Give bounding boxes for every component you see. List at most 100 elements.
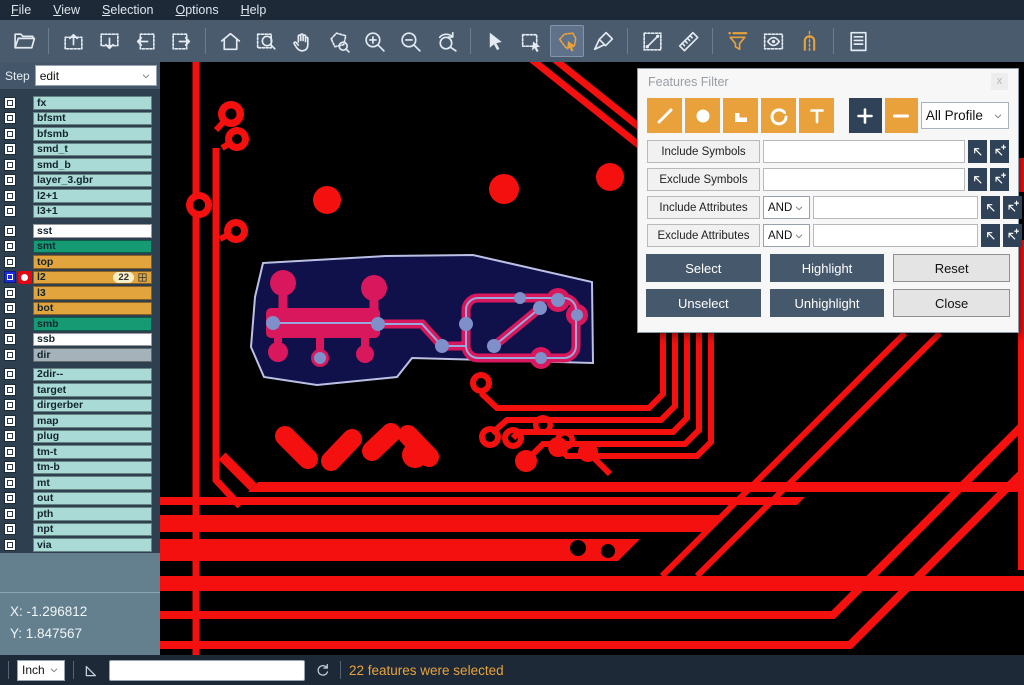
layer-checkbox-top[interactable] (4, 256, 16, 268)
pick-add-from-canvas-button[interactable] (990, 140, 1009, 163)
layer-bar-l2[interactable]: l222 (33, 271, 152, 285)
view-visibility-button[interactable] (756, 25, 790, 57)
layer-row-smd_b[interactable]: smd_b (0, 157, 160, 173)
layer-checkbox-bfsmb[interactable] (4, 128, 16, 140)
pick-add-from-canvas-button[interactable] (1003, 224, 1022, 247)
and-or-select[interactable]: AND (763, 224, 810, 247)
reset-button[interactable]: Reset (893, 254, 1010, 282)
layer-bar-l2+1[interactable]: l2+1 (33, 189, 152, 203)
layer-bar-top[interactable]: top (33, 255, 152, 269)
layer-checkbox-tm-b[interactable] (4, 461, 16, 473)
layer-bar-sst[interactable]: sst (33, 224, 152, 238)
layer-checkbox-layer_3.gbr[interactable] (4, 174, 16, 186)
menu-selection[interactable]: Selection (91, 0, 164, 20)
layer-bar-bot[interactable]: bot (33, 302, 152, 316)
layer-row-bot[interactable]: bot (0, 301, 160, 317)
exclude-attributes-label[interactable]: Exclude Attributes (647, 224, 760, 247)
layer-checkbox-mt[interactable] (4, 477, 16, 489)
pick-from-canvas-button[interactable] (968, 140, 987, 163)
layer-row-tm-t[interactable]: tm-t (0, 444, 160, 460)
select-rectangle-button[interactable] (514, 25, 548, 57)
layer-checkbox-smb[interactable] (4, 318, 16, 330)
layer-checkbox-l2[interactable] (4, 271, 16, 283)
pick-add-from-canvas-button[interactable] (990, 168, 1009, 191)
layer-bar-smb[interactable]: smb (33, 317, 152, 331)
move-right-button[interactable] (164, 25, 198, 57)
layer-row-plug[interactable]: plug (0, 429, 160, 445)
layer-bar-bfsmb[interactable]: bfsmb (33, 127, 152, 141)
move-up-button[interactable] (56, 25, 90, 57)
layer-bar-out[interactable]: out (33, 492, 152, 506)
home-view-button[interactable] (213, 25, 247, 57)
layer-row-dir[interactable]: dir (0, 347, 160, 363)
layer-bar-smd_b[interactable]: smd_b (33, 158, 152, 172)
filter-text-button[interactable] (799, 98, 834, 133)
unhighlight-button[interactable]: Unhighlight (770, 289, 885, 317)
layer-checkbox-smd_t[interactable] (4, 143, 16, 155)
layer-checkbox-tm-t[interactable] (4, 446, 16, 458)
layer-row-fx[interactable]: fx (0, 95, 160, 111)
pan-hand-button[interactable] (285, 25, 319, 57)
zoom-previous-button[interactable] (429, 25, 463, 57)
layer-checkbox-dir[interactable] (4, 349, 16, 361)
features-filter-button[interactable] (720, 25, 754, 57)
layer-checkbox-map[interactable] (4, 415, 16, 427)
select-button[interactable]: Select (646, 254, 761, 282)
menu-view[interactable]: View (42, 0, 91, 20)
zoom-in-button[interactable] (357, 25, 391, 57)
select-polygon-button[interactable] (550, 25, 584, 57)
layer-checkbox-fx[interactable] (4, 97, 16, 109)
filter-arc-button[interactable] (761, 98, 796, 133)
layer-row-mt[interactable]: mt (0, 475, 160, 491)
layer-checkbox-2dir--[interactable] (4, 368, 16, 380)
layer-row-sst[interactable]: sst (0, 223, 160, 239)
layer-row-out[interactable]: out (0, 491, 160, 507)
layer-checkbox-bot[interactable] (4, 302, 16, 314)
pick-from-canvas-button[interactable] (968, 168, 987, 191)
layer-row-dirgerber[interactable]: dirgerber (0, 398, 160, 414)
exclude-symbols-input[interactable] (763, 168, 965, 191)
layer-checkbox-smd_b[interactable] (4, 159, 16, 171)
measure-distance-button[interactable] (635, 25, 669, 57)
open-folder-button[interactable] (7, 25, 41, 57)
dialog-close-button[interactable]: x (991, 73, 1008, 90)
profile-select[interactable]: All Profile (921, 102, 1009, 129)
include-attributes-label[interactable]: Include Attributes (647, 196, 760, 219)
command-input[interactable] (109, 660, 305, 681)
layer-bar-pth[interactable]: pth (33, 507, 152, 521)
layer-row-npt[interactable]: npt (0, 522, 160, 538)
layer-checkbox-out[interactable] (4, 492, 16, 504)
positive-polarity-button[interactable] (849, 98, 882, 133)
layer-row-map[interactable]: map (0, 413, 160, 429)
layer-bar-plug[interactable]: plug (33, 430, 152, 444)
negative-polarity-button[interactable] (885, 98, 918, 133)
corner-tool-icon[interactable] (82, 661, 101, 680)
selection-overlay[interactable] (251, 255, 593, 385)
layer-checkbox-ssb[interactable] (4, 333, 16, 345)
layer-checkbox-l3[interactable] (4, 287, 16, 299)
menu-help[interactable]: Help (230, 0, 278, 20)
layer-bar-bfsmt[interactable]: bfsmt (33, 112, 152, 126)
zoom-window-button[interactable] (249, 25, 283, 57)
unselect-button[interactable]: Unselect (646, 289, 761, 317)
layer-bar-via[interactable]: via (33, 538, 152, 552)
layer-bar-map[interactable]: map (33, 414, 152, 428)
sync-icon[interactable] (313, 661, 332, 680)
layer-row-layer_3.gbr[interactable]: layer_3.gbr (0, 173, 160, 189)
layer-row-smb[interactable]: smb (0, 316, 160, 332)
and-or-select[interactable]: AND (763, 196, 810, 219)
layer-checkbox-smt[interactable] (4, 240, 16, 252)
layer-checkbox-target[interactable] (4, 384, 16, 396)
layer-bar-tm-t[interactable]: tm-t (33, 445, 152, 459)
include-symbols-label[interactable]: Include Symbols (647, 140, 760, 163)
layer-row-l3[interactable]: l3 (0, 285, 160, 301)
layer-bar-fx[interactable]: fx (33, 96, 152, 110)
layer-row-ssb[interactable]: ssb (0, 332, 160, 348)
layer-checkbox-sst[interactable] (4, 225, 16, 237)
highlight-button[interactable]: Highlight (770, 254, 885, 282)
layer-checkbox-via[interactable] (4, 539, 16, 551)
layer-bar-layer_3.gbr[interactable]: layer_3.gbr (33, 174, 152, 188)
clear-brush-button[interactable] (586, 25, 620, 57)
layer-bar-ssb[interactable]: ssb (33, 333, 152, 347)
layer-row-smt[interactable]: smt (0, 239, 160, 255)
